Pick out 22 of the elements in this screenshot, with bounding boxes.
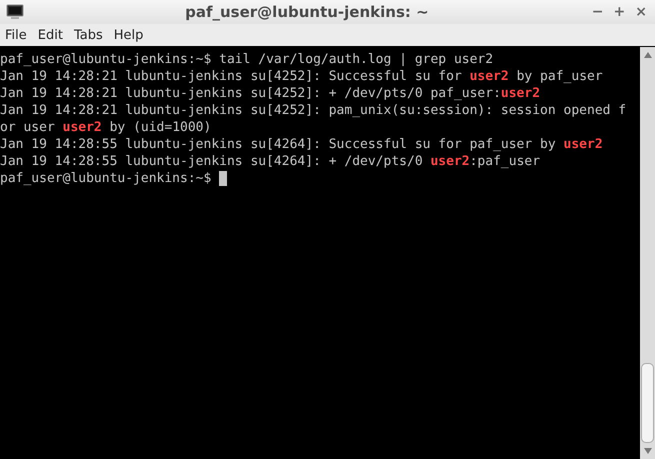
scrollbar[interactable] <box>640 47 655 459</box>
scroll-thumb[interactable] <box>641 363 654 443</box>
terminal-line: Jan 19 14:28:55 lubuntu-jenkins su[4264]: + /dev/pts/0 user2:paf_user <box>0 153 542 170</box>
terminal-line: Jan 19 14:28:21 lubuntu-jenkins su[4252]: pam_unix(su:session): session opened f <box>0 102 628 119</box>
menu-item[interactable]: File <box>1 28 34 42</box>
window-control[interactable]: + <box>612 4 628 20</box>
monitor-icon <box>6 4 24 20</box>
menu-item[interactable]: Edit <box>34 28 70 42</box>
window-control[interactable]: − <box>590 4 606 20</box>
terminal-line: Jan 19 14:28:55 lubuntu-jenkins su[4264]: Successful su for paf_user by user2 <box>0 136 604 153</box>
menu-item[interactable]: Help <box>110 28 150 42</box>
menu-item[interactable]: Tabs <box>70 28 110 42</box>
terminal-prompt: paf_user@lubuntu-jenkins:~$ <box>0 170 212 187</box>
window-control[interactable]: × <box>633 4 649 20</box>
terminal-line: Jan 19 14:28:21 lubuntu-jenkins su[4252]: Successful su for user2 by paf_user <box>0 68 604 85</box>
terminal-line: Jan 19 14:28:21 lubuntu-jenkins su[4252]: + /dev/pts/0 paf_user:user2 <box>0 85 542 102</box>
terminal-line: or user user2 by (uid=1000) <box>0 119 212 136</box>
scroll-up-icon[interactable] <box>642 51 652 59</box>
scroll-down-icon[interactable] <box>642 447 652 455</box>
window-title: paf_user@lubuntu-jenkins: ~ <box>184 3 430 21</box>
text-cursor <box>219 171 228 186</box>
terminal-line: paf_user@lubuntu-jenkins:~$ tail /var/log/auth.log | grep user2 <box>0 51 494 68</box>
